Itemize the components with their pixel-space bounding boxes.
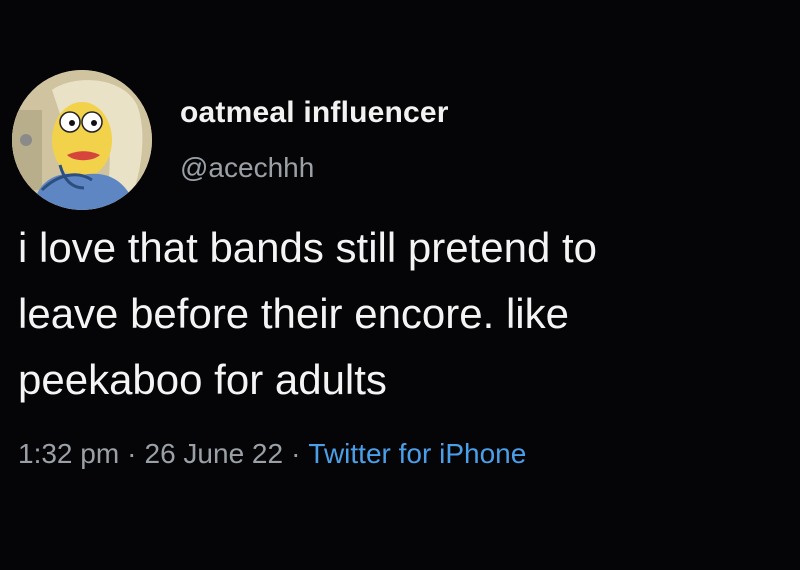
- cartoon-character-avatar-icon: [12, 70, 152, 210]
- tweet-card: oatmeal influencer @acechhh i love that …: [0, 0, 800, 570]
- tweet-meta: 1:32 pm · 26 June 22 · Twitter for iPhone: [18, 438, 526, 470]
- tweet-text-line: peekaboo for adults: [18, 356, 387, 403]
- avatar[interactable]: [12, 70, 152, 210]
- meta-separator: ·: [291, 438, 301, 469]
- tweet-source-link[interactable]: Twitter for iPhone: [308, 438, 526, 469]
- tweet-date[interactable]: 26 June 22: [145, 438, 284, 469]
- tweet-text-line: leave before their encore. like: [18, 290, 569, 337]
- display-name[interactable]: oatmeal influencer: [180, 96, 449, 130]
- tweet-text: i love that bands still pretend to leave…: [18, 215, 788, 413]
- tweet-time[interactable]: 1:32 pm: [18, 438, 119, 469]
- meta-separator: ·: [127, 438, 137, 469]
- user-handle[interactable]: @acechhh: [180, 152, 314, 184]
- tweet-text-line: i love that bands still pretend to: [18, 224, 598, 271]
